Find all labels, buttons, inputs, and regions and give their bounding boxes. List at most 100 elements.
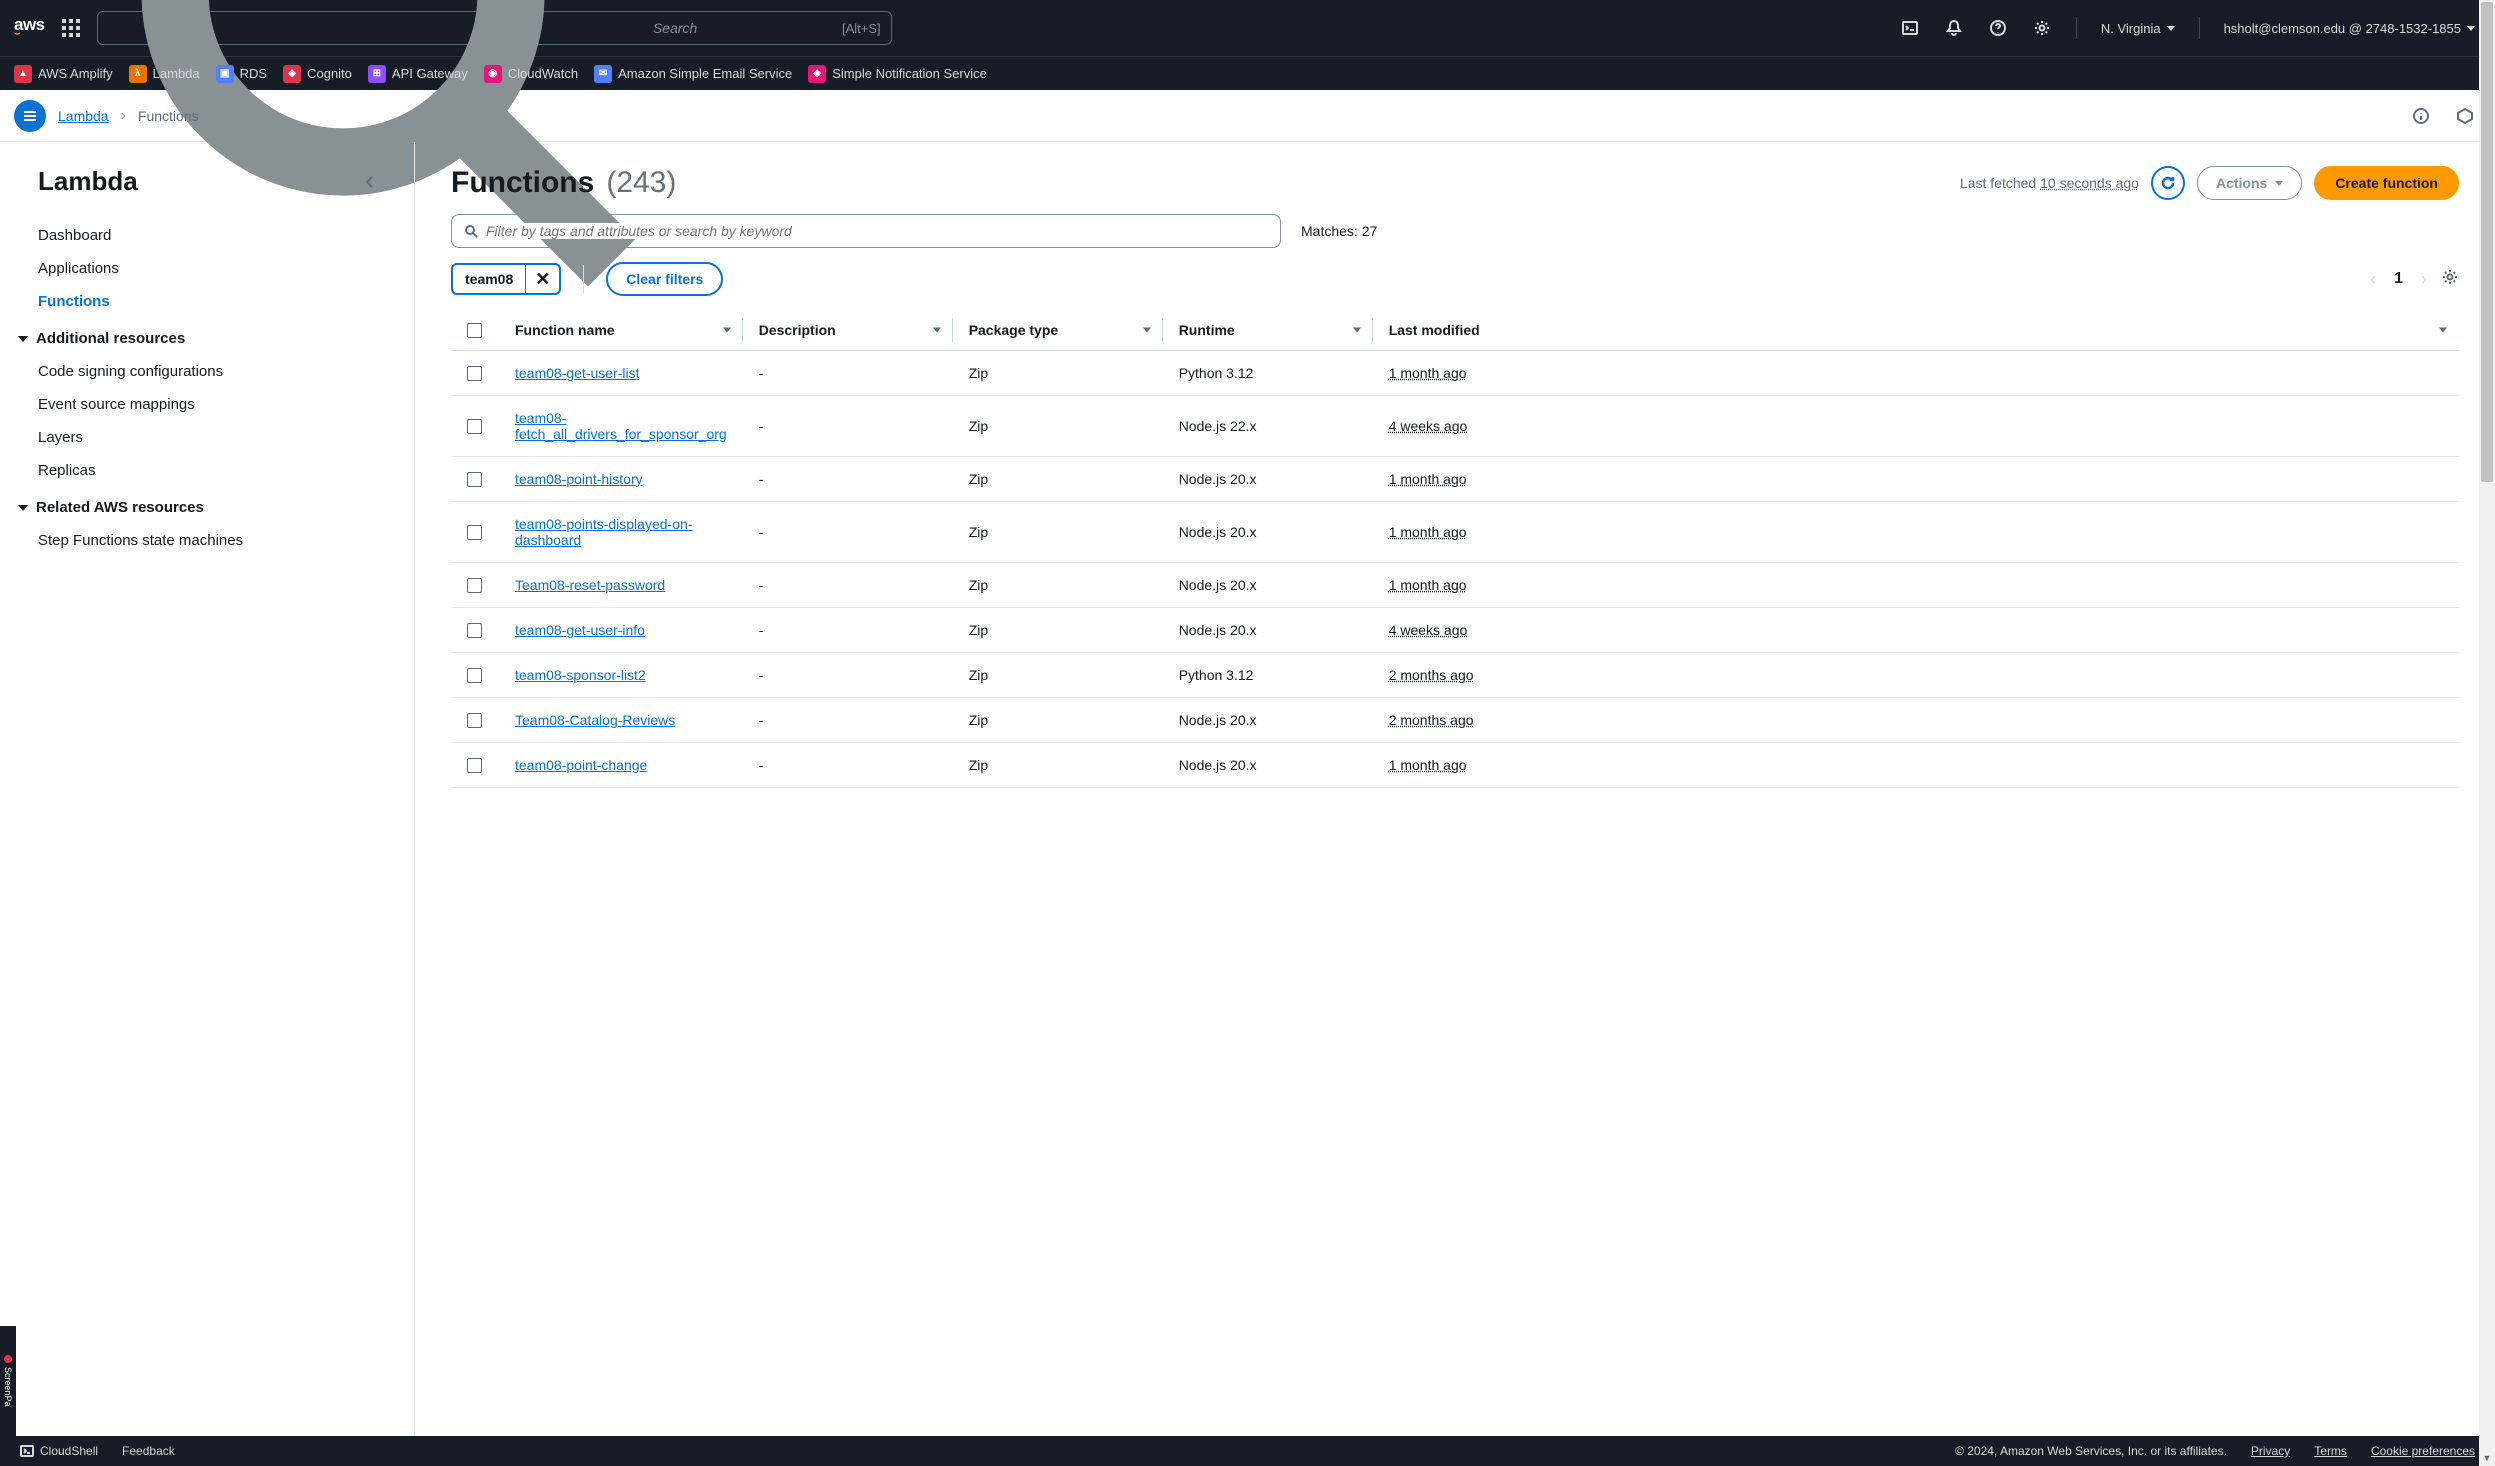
filter-chip-remove[interactable]: ✕ [525, 265, 559, 293]
global-search[interactable]: [Alt+S] [97, 11, 892, 45]
sidebar-item-dashboard[interactable]: Dashboard [38, 219, 384, 252]
function-name-link[interactable]: team08-points-displayed-on-dashboard [515, 516, 692, 548]
cell-runtime: Python 3.12 [1163, 351, 1373, 396]
col-last-modified[interactable]: Last modified [1373, 310, 2459, 351]
filter-chip: team08 ✕ [451, 263, 561, 295]
footer-cookies[interactable]: Cookie preferences [2371, 1444, 2475, 1458]
sidebar-item-layers[interactable]: Layers [38, 421, 384, 454]
account-selector[interactable]: hsholt@clemson.edu @ 2748-1532-1855 [2218, 15, 2481, 42]
fav-lambda[interactable]: λLambda [129, 65, 200, 83]
function-name-link[interactable]: team08-point-change [515, 757, 647, 773]
function-name-link[interactable]: team08-fetch_all_drivers_for_sponsor_org [515, 410, 727, 442]
col-runtime[interactable]: Runtime [1163, 310, 1373, 351]
sidebar-section-additional[interactable]: Additional resources [18, 318, 384, 355]
chip-separator [583, 265, 584, 293]
footer-privacy[interactable]: Privacy [2251, 1444, 2290, 1458]
global-search-input[interactable] [653, 20, 834, 36]
footer-terms[interactable]: Terms [2314, 1444, 2347, 1458]
table-row: team08-point-change-ZipNode.js 20.x1 mon… [451, 743, 2459, 788]
notifications-icon[interactable] [1938, 12, 1970, 44]
services-menu-icon[interactable] [57, 14, 85, 42]
fav-ses[interactable]: ✉Amazon Simple Email Service [594, 65, 792, 83]
table-row: team08-sponsor-list2-ZipPython 3.122 mon… [451, 653, 2459, 698]
pagination: ‹ 1 › [2370, 269, 2427, 290]
sort-icon[interactable] [723, 328, 731, 333]
row-checkbox[interactable] [467, 713, 482, 728]
nav-toggle-button[interactable] [14, 100, 46, 132]
region-selector[interactable]: N. Virginia [2095, 15, 2181, 42]
footer-copyright: © 2024, Amazon Web Services, Inc. or its… [1955, 1444, 2227, 1458]
cell-last-modified: 1 month ago [1389, 524, 1467, 540]
browser-scrollbar[interactable]: ▲ ▼ [2479, 0, 2495, 1466]
help-icon[interactable] [1982, 12, 2014, 44]
filter-input-wrapper[interactable] [451, 214, 1281, 248]
sidebar-item-functions[interactable]: Functions [38, 285, 384, 318]
fav-apigateway[interactable]: ⊞API Gateway [368, 65, 468, 83]
amplify-icon: ▲ [14, 65, 32, 83]
fav-sns[interactable]: ◈Simple Notification Service [808, 65, 987, 83]
cognito-icon: ◈ [283, 65, 301, 83]
cell-runtime: Node.js 20.x [1163, 457, 1373, 502]
scrollbar-thumb[interactable] [2481, 2, 2493, 482]
scrollbar-down-arrow[interactable]: ▼ [2479, 1450, 2495, 1466]
sidebar-item-applications[interactable]: Applications [38, 252, 384, 285]
sidebar-item-code-signing[interactable]: Code signing configurations [38, 355, 384, 388]
cell-runtime: Node.js 20.x [1163, 698, 1373, 743]
cloudshell-icon[interactable] [1894, 12, 1926, 44]
sidebar-section-related[interactable]: Related AWS resources [18, 487, 384, 524]
row-checkbox[interactable] [467, 623, 482, 638]
select-all-checkbox[interactable] [467, 323, 482, 338]
function-name-link[interactable]: team08-get-user-info [515, 622, 645, 638]
function-name-link[interactable]: team08-sponsor-list2 [515, 667, 646, 683]
sort-icon[interactable] [1143, 328, 1151, 333]
function-name-link[interactable]: team08-point-history [515, 471, 643, 487]
clear-filters-button[interactable]: Clear filters [606, 262, 723, 296]
info-icon[interactable] [2405, 100, 2437, 132]
cell-last-modified: 1 month ago [1389, 471, 1467, 487]
settings-icon[interactable] [2026, 12, 2058, 44]
col-name[interactable]: Function name [499, 310, 743, 351]
actions-button[interactable]: Actions [2197, 166, 2302, 200]
global-header: aws⌣ [Alt+S] N. Virginia hsholt@clemson.… [0, 0, 2495, 56]
function-name-link[interactable]: team08-get-user-list [515, 365, 640, 381]
footer-cloudshell[interactable]: CloudShell [20, 1444, 98, 1458]
row-checkbox[interactable] [467, 758, 482, 773]
sort-icon[interactable] [933, 328, 941, 333]
cell-last-modified: 4 weeks ago [1389, 418, 1468, 434]
apigateway-icon: ⊞ [368, 65, 386, 83]
row-checkbox[interactable] [467, 366, 482, 381]
row-checkbox[interactable] [467, 578, 482, 593]
filter-input[interactable] [486, 223, 1268, 239]
cell-last-modified: 2 months ago [1389, 712, 1474, 728]
sort-icon[interactable] [1353, 328, 1361, 333]
function-name-link[interactable]: Team08-reset-password [515, 577, 665, 593]
refresh-button[interactable] [2151, 166, 2185, 200]
row-checkbox[interactable] [467, 525, 482, 540]
table-row: team08-fetch_all_drivers_for_sponsor_org… [451, 396, 2459, 457]
pagination-prev[interactable]: ‹ [2370, 269, 2376, 290]
table-settings-button[interactable] [2441, 268, 2459, 291]
col-description[interactable]: Description [743, 310, 953, 351]
footer-feedback[interactable]: Feedback [122, 1444, 175, 1458]
aws-logo[interactable]: aws⌣ [14, 18, 45, 38]
cell-description: - [743, 351, 953, 396]
breadcrumb-service[interactable]: Lambda [58, 108, 109, 124]
row-checkbox[interactable] [467, 419, 482, 434]
create-function-button[interactable]: Create function [2314, 166, 2459, 200]
row-checkbox[interactable] [467, 668, 482, 683]
fav-cloudwatch[interactable]: ◉CloudWatch [484, 65, 578, 83]
sidebar-item-replicas[interactable]: Replicas [38, 454, 384, 487]
fav-cognito[interactable]: ◈Cognito [283, 65, 352, 83]
fav-rds[interactable]: ▣RDS [216, 65, 267, 83]
col-package-type[interactable]: Package type [953, 310, 1163, 351]
pagination-next[interactable]: › [2421, 269, 2427, 290]
row-checkbox[interactable] [467, 472, 482, 487]
sidebar-item-event-source[interactable]: Event source mappings [38, 388, 384, 421]
sidebar-collapse-button[interactable] [356, 168, 384, 196]
fav-amplify[interactable]: ▲AWS Amplify [14, 65, 113, 83]
function-name-link[interactable]: Team08-Catalog-Reviews [515, 712, 675, 728]
diagnostics-icon[interactable] [2449, 100, 2481, 132]
sidebar-item-step-functions[interactable]: Step Functions state machines [38, 524, 384, 557]
caret-down-icon [2275, 181, 2283, 186]
sort-icon[interactable] [2439, 328, 2447, 333]
